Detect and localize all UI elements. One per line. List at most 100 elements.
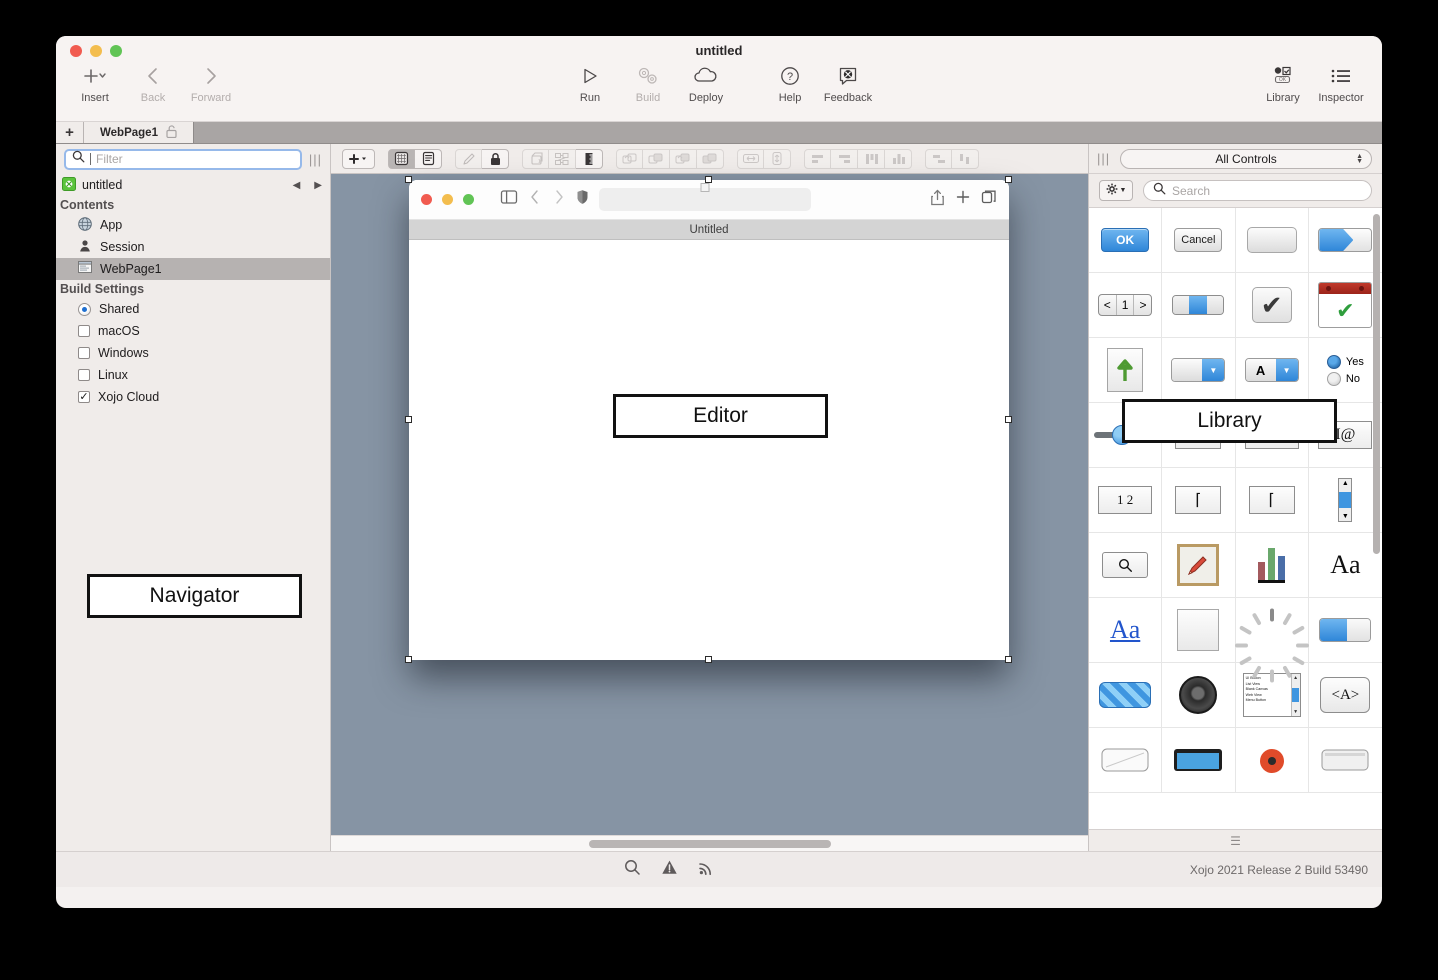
layout-list-icon[interactable] — [415, 149, 442, 169]
navigator-item-app[interactable]: App — [56, 214, 330, 236]
layout-grid-icon[interactable] — [388, 149, 415, 169]
library-item-checkbox[interactable]: ✔ — [1236, 273, 1309, 338]
library-item-file-upload[interactable] — [1089, 338, 1162, 403]
selection-handle-top-left[interactable] — [405, 176, 412, 183]
filter-input[interactable]: Filter — [64, 149, 302, 170]
toolbar-build-button[interactable]: Build — [619, 62, 677, 104]
mock-close-button[interactable] — [421, 194, 432, 205]
library-gear-button[interactable]: ▼ — [1099, 180, 1133, 201]
radio-icon[interactable] — [78, 303, 91, 316]
library-item-separator[interactable] — [1089, 663, 1162, 728]
toolbar-feedback-button[interactable]: Feedback — [819, 62, 877, 104]
library-item-page-stepper[interactable]: <1> — [1089, 273, 1162, 338]
navigator-item-macos[interactable]: ✓ macOS — [56, 320, 330, 342]
grip-horizontal-icon[interactable]: ☰ — [1230, 835, 1241, 847]
library-item-push-button[interactable]: OK — [1089, 208, 1162, 273]
library-item-rectangle[interactable] — [1162, 598, 1235, 663]
tab-webpage1[interactable]: WebPage1 — [84, 122, 194, 143]
selection-handle-bottom-center[interactable] — [705, 656, 712, 663]
new-tab-icon[interactable] — [955, 189, 971, 210]
align-bottom-icon[interactable] — [885, 149, 912, 169]
library-item-partial-b[interactable] — [1162, 728, 1235, 793]
library-item-number-field[interactable]: 1 2 — [1089, 468, 1162, 533]
library-item-arrow-button[interactable] — [1309, 208, 1382, 273]
library-item-search-field[interactable] — [1089, 533, 1162, 598]
pencil-icon[interactable] — [455, 149, 482, 169]
ruler-icon[interactable] — [576, 149, 603, 169]
distribute-horizontal-icon[interactable] — [952, 149, 979, 169]
align-right-icon[interactable] — [831, 149, 858, 169]
toolbar-help-button[interactable]: ? Help — [761, 62, 819, 104]
navigator-item-xojo-cloud[interactable]: ✓ Xojo Cloud — [56, 386, 330, 408]
checkbox-icon[interactable]: ✓ — [78, 369, 90, 381]
toolbar-forward-button[interactable]: Forward — [182, 62, 240, 104]
library-item-date-picker[interactable]: ✔ — [1309, 273, 1382, 338]
toolbar-deploy-button[interactable]: Deploy — [677, 62, 735, 104]
tab-overview-icon[interactable] — [981, 189, 997, 210]
canvas-horizontal-scrollbar[interactable] — [331, 835, 1088, 851]
library-item-cancel-button[interactable]: Cancel — [1162, 208, 1235, 273]
library-item-partial-c[interactable] — [1236, 728, 1309, 793]
add-dropdown-icon[interactable] — [342, 149, 375, 169]
library-controls-grid-wrapper[interactable]: OK Cancel <1> — [1089, 208, 1382, 829]
library-search-input[interactable]: Search — [1143, 180, 1372, 201]
toolbar-run-button[interactable]: Run — [561, 62, 619, 104]
navigator-item-webpage1[interactable]: WebPage1 — [56, 258, 330, 280]
library-item-link[interactable]: Aa — [1089, 598, 1162, 663]
mock-page-body[interactable] — [409, 240, 1009, 659]
new-tab-button[interactable]: + — [56, 122, 84, 143]
library-item-segmented-control[interactable] — [1309, 598, 1382, 663]
control-order-icon[interactable]: 1 — [522, 149, 549, 169]
selection-handle-bottom-right[interactable] — [1005, 656, 1012, 663]
search-icon[interactable] — [624, 859, 641, 881]
selection-handle-mid-right[interactable] — [1005, 416, 1012, 423]
share-icon[interactable] — [930, 189, 945, 211]
mock-maximize-button[interactable] — [463, 194, 474, 205]
library-item-label[interactable]: Aa — [1309, 533, 1382, 598]
toolbar-insert-button[interactable]: Insert — [66, 62, 124, 104]
align-left-icon[interactable] — [804, 149, 831, 169]
selection-handle-mid-left[interactable] — [405, 416, 412, 423]
mock-address-bar[interactable] — [599, 188, 811, 211]
library-item-progress-bar[interactable] — [1162, 273, 1235, 338]
broadcast-icon[interactable] — [698, 859, 715, 881]
send-backward-icon[interactable] — [643, 149, 670, 169]
grip-vertical-icon[interactable]: ||| — [1097, 151, 1110, 166]
library-item-progress-wheel[interactable] — [1236, 598, 1309, 663]
library-item-partial-d[interactable] — [1309, 728, 1382, 793]
library-item-audio-player[interactable] — [1162, 663, 1235, 728]
same-height-icon[interactable] — [764, 149, 791, 169]
navigator-item-linux[interactable]: ✓ Linux — [56, 364, 330, 386]
library-item-scrollbar[interactable]: ▲▼ — [1309, 468, 1382, 533]
library-vertical-scrollbar[interactable] — [1373, 214, 1380, 554]
warning-icon[interactable] — [661, 859, 678, 881]
library-filter-select[interactable]: All Controls ▲▼ — [1120, 149, 1372, 169]
shield-icon[interactable] — [576, 189, 589, 210]
triangle-left-icon[interactable]: ◀ — [293, 180, 301, 191]
lock-icon[interactable] — [482, 149, 509, 169]
library-item-plain-button[interactable] — [1236, 208, 1309, 273]
navigator-item-shared[interactable]: Shared — [56, 298, 330, 320]
selection-handle-top-center[interactable] — [705, 176, 712, 183]
distribute-vertical-icon[interactable] — [925, 149, 952, 169]
sidebar-icon[interactable] — [500, 189, 518, 210]
navigator-history-arrows[interactable]: ◀ ▶ — [293, 180, 322, 191]
forward-icon[interactable] — [552, 189, 566, 210]
library-item-radio-group[interactable]: Yes No — [1309, 338, 1382, 403]
align-middle-icon[interactable] — [858, 149, 885, 169]
tab-order-icon[interactable] — [549, 149, 576, 169]
library-item-popup-menu[interactable]: ▼ — [1162, 338, 1235, 403]
toolbar-back-button[interactable]: Back — [124, 62, 182, 104]
library-item-combo-box[interactable]: A ▼ — [1236, 338, 1309, 403]
library-item-hidden-b[interactable]: ⌈ — [1236, 468, 1309, 533]
navigator-item-session[interactable]: Session — [56, 236, 330, 258]
triangle-right-icon[interactable]: ▶ — [314, 180, 322, 191]
unlock-icon[interactable] — [166, 125, 177, 141]
toolbar-inspector-button[interactable]: Inspector — [1312, 62, 1370, 104]
checkbox-icon[interactable]: ✓ — [78, 347, 90, 359]
navigator-project-root[interactable]: untitled ◀ ▶ — [56, 174, 330, 196]
selection-handle-bottom-left[interactable] — [405, 656, 412, 663]
checkbox-icon[interactable]: ✓ — [78, 325, 90, 337]
grip-vertical-icon[interactable]: ||| — [309, 152, 322, 167]
send-back-icon[interactable] — [697, 149, 724, 169]
